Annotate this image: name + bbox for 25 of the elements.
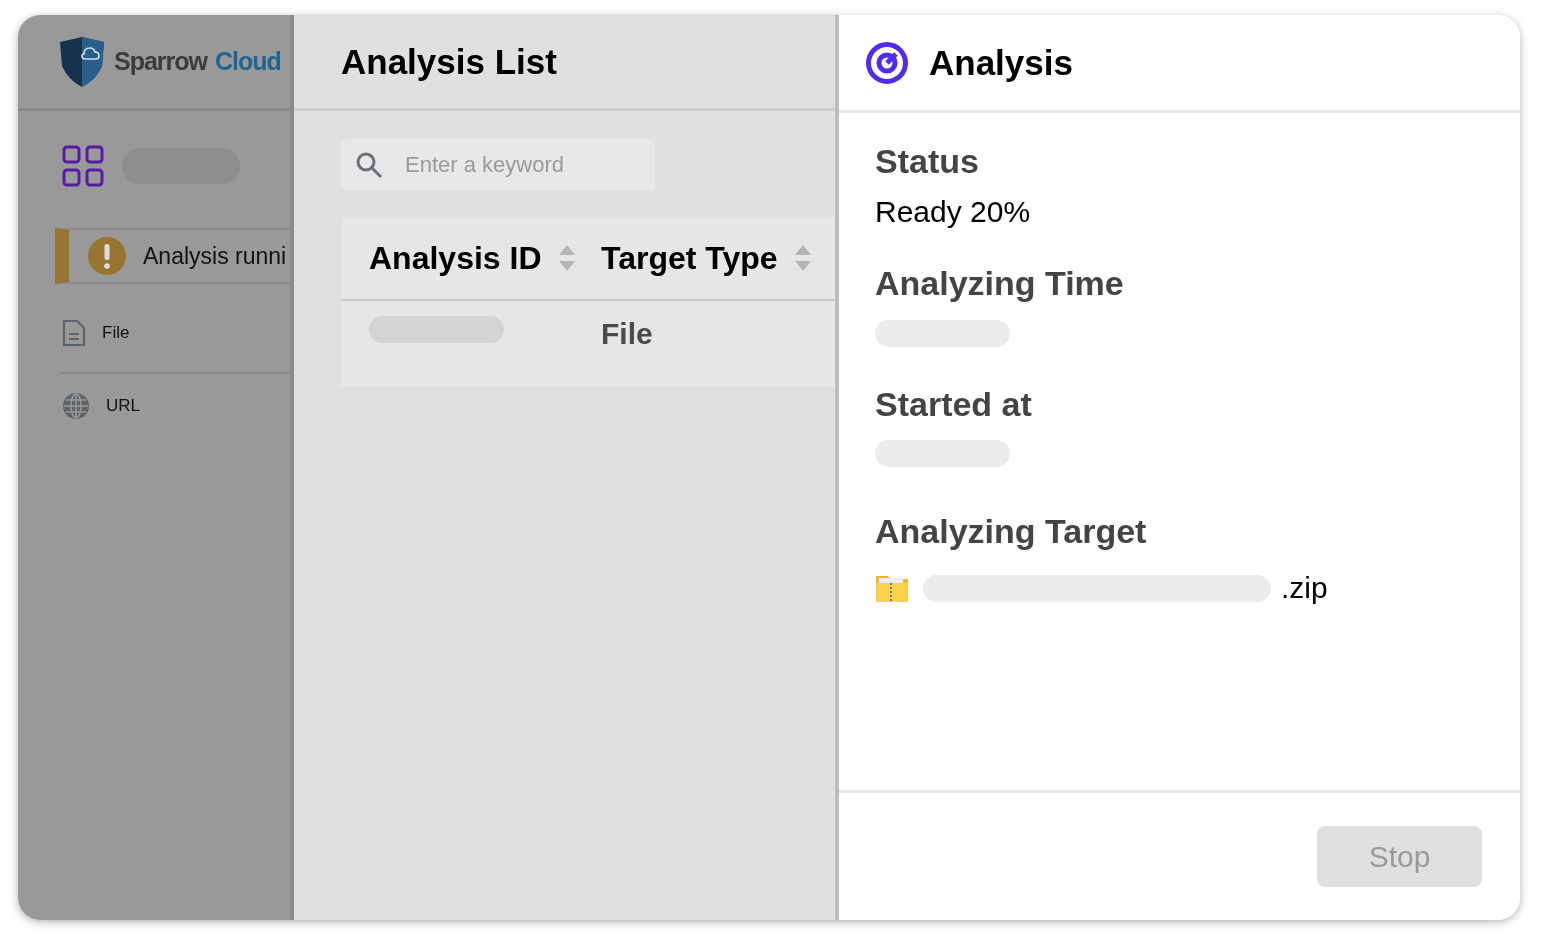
field-value: Ready 20% — [875, 193, 1031, 230]
field-label: Analyzing Time — [875, 262, 1125, 304]
nav-item[interactable]: URL — [60, 372, 290, 438]
search-field[interactable]: Enter a keyword — [341, 139, 655, 191]
field-label: Started at — [875, 383, 1033, 425]
document-icon — [62, 319, 86, 347]
target-icon — [865, 40, 909, 85]
panel-title: Analysis List — [341, 40, 557, 83]
notice-text: Analysis runni — [143, 241, 287, 271]
sort-icon[interactable] — [793, 243, 812, 273]
globe-icon — [62, 392, 90, 420]
warning-icon — [87, 236, 127, 276]
logo-text: Cloud — [215, 45, 281, 77]
field-label: Analyzing Target — [875, 511, 1148, 553]
sort-icon[interactable] — [557, 243, 576, 273]
logo-text: Sparrow — [114, 45, 208, 77]
grid-icon[interactable] — [62, 145, 104, 187]
column-header: Target Type — [601, 239, 778, 278]
nav-item[interactable]: File — [18, 284, 290, 372]
panel-title: Analysis — [929, 41, 1073, 84]
column-header: Analysis ID — [369, 239, 542, 278]
shield-cloud-logo — [58, 35, 106, 88]
table-cell-text: File — [601, 315, 653, 352]
field-label: Status — [875, 141, 980, 182]
file-extension: .zip — [1281, 570, 1328, 607]
